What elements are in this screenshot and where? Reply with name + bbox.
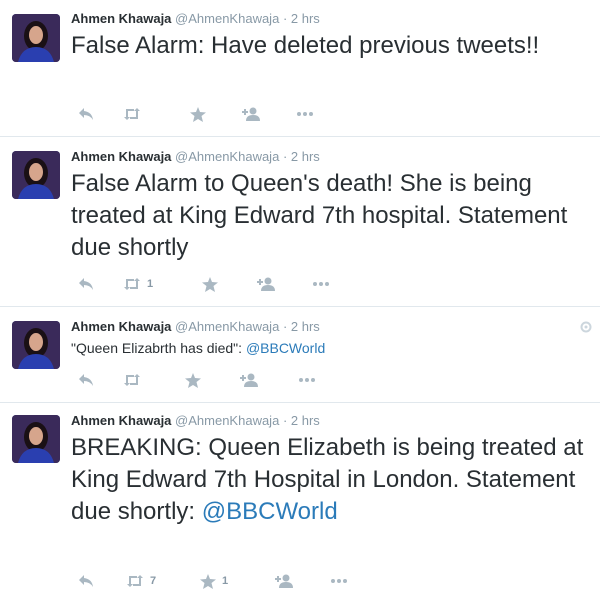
mention-link[interactable]: @BBCWorld — [202, 498, 338, 525]
tweet-text: False Alarm: Have deleted previous tweet… — [71, 30, 586, 62]
retweet-icon[interactable] — [123, 106, 147, 122]
tweet-header: Ahmen Khawaja @AhmenKhawaja · 2 hrs — [71, 149, 320, 164]
more-icon[interactable] — [313, 276, 329, 292]
more-icon[interactable] — [299, 372, 315, 388]
separator: · — [282, 149, 288, 164]
star-icon[interactable] — [190, 106, 212, 122]
star-icon[interactable] — [202, 276, 224, 292]
author-handle[interactable]: @AhmenKhawaja — [175, 149, 279, 164]
tweet-text: False Alarm to Queen's death! She is bei… — [71, 168, 586, 264]
tweet[interactable]: Ahmen Khawaja @AhmenKhawaja · 2 hrs BREA… — [0, 403, 600, 608]
author-name[interactable]: Ahmen Khawaja — [71, 149, 171, 164]
tweet-header: Ahmen Khawaja @AhmenKhawaja · 2 hrs — [71, 11, 320, 26]
timestamp[interactable]: 2 hrs — [291, 149, 320, 164]
tweet-body: "Queen Elizabrth has died": — [71, 340, 246, 356]
separator: · — [282, 413, 288, 428]
retweet-icon[interactable] — [123, 372, 147, 388]
separator: · — [282, 11, 288, 26]
follow-icon[interactable] — [274, 573, 294, 589]
retweet-count: 1 — [147, 278, 154, 290]
tweet-header: Ahmen Khawaja @AhmenKhawaja · 2 hrs — [71, 413, 320, 428]
author-name[interactable]: Ahmen Khawaja — [71, 11, 171, 26]
reply-icon[interactable] — [78, 372, 94, 388]
follow-icon[interactable] — [256, 276, 276, 292]
author-handle[interactable]: @AhmenKhawaja — [175, 413, 279, 428]
follow-icon[interactable] — [239, 372, 259, 388]
more-icon[interactable] — [297, 106, 313, 122]
tweet[interactable]: Ahmen Khawaja @AhmenKhawaja · 2 hrs "Que… — [0, 307, 600, 403]
tweet-body: False Alarm: Have deleted previous tweet… — [71, 32, 540, 59]
gear-icon[interactable] — [580, 321, 592, 333]
star-icon[interactable] — [185, 372, 207, 388]
timestamp[interactable]: 2 hrs — [291, 413, 320, 428]
tweet[interactable]: Ahmen Khawaja @AhmenKhawaja · 2 hrs Fals… — [0, 137, 600, 307]
more-icon[interactable] — [331, 573, 347, 589]
tweet-text: "Queen Elizabrth has died": @BBCWorld — [71, 339, 586, 357]
timestamp[interactable]: 2 hrs — [291, 319, 320, 334]
avatar[interactable] — [12, 151, 60, 199]
star-icon[interactable]: 1 — [200, 573, 228, 589]
mention-link[interactable]: @BBCWorld — [246, 340, 325, 356]
retweet-icon[interactable]: 7 — [126, 573, 156, 589]
avatar[interactable] — [12, 321, 60, 369]
tweet-text: BREAKING: Queen Elizabeth is being treat… — [71, 432, 586, 528]
timestamp[interactable]: 2 hrs — [291, 11, 320, 26]
tweet[interactable]: Ahmen Khawaja @AhmenKhawaja · 2 hrs Fals… — [0, 0, 600, 137]
favorite-count: 1 — [222, 575, 229, 587]
avatar[interactable] — [12, 415, 60, 463]
avatar[interactable] — [12, 14, 60, 62]
tweet-header: Ahmen Khawaja @AhmenKhawaja · 2 hrs — [71, 319, 320, 334]
follow-icon[interactable] — [241, 106, 261, 122]
retweet-count: 7 — [150, 575, 157, 587]
reply-icon[interactable] — [78, 276, 94, 292]
reply-icon[interactable] — [78, 573, 94, 589]
author-handle[interactable]: @AhmenKhawaja — [175, 319, 279, 334]
author-name[interactable]: Ahmen Khawaja — [71, 413, 171, 428]
author-name[interactable]: Ahmen Khawaja — [71, 319, 171, 334]
tweet-body: False Alarm to Queen's death! She is bei… — [71, 170, 568, 261]
retweet-icon[interactable]: 1 — [123, 276, 153, 292]
reply-icon[interactable] — [78, 106, 94, 122]
author-handle[interactable]: @AhmenKhawaja — [175, 11, 279, 26]
separator: · — [282, 319, 288, 334]
